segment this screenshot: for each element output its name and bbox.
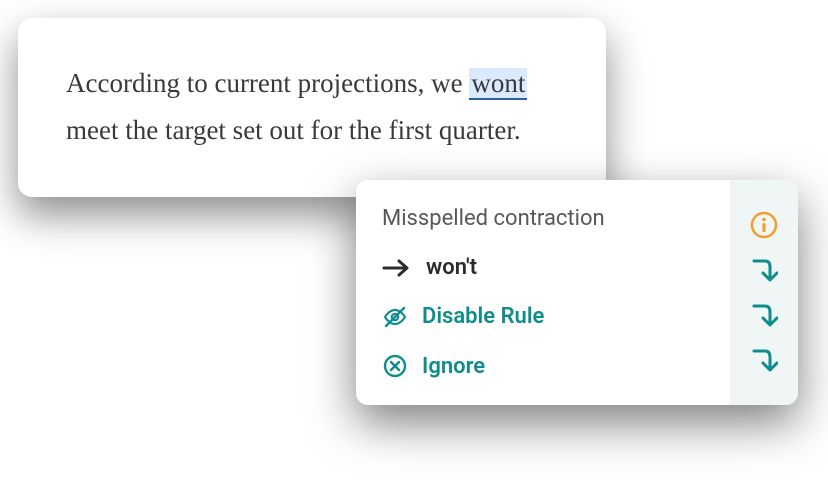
apply-down-button-3[interactable] bbox=[747, 343, 781, 377]
info-icon bbox=[749, 210, 779, 240]
eye-off-icon bbox=[382, 305, 408, 329]
apply-down-button-2[interactable] bbox=[747, 298, 781, 332]
correction-text: won't bbox=[426, 255, 477, 280]
suggestion-main: Misspelled contraction won't Disable Rul… bbox=[356, 180, 730, 405]
text-before: According to current projections, we bbox=[66, 68, 469, 98]
arrow-right-icon bbox=[382, 258, 412, 278]
highlighted-word[interactable]: wont bbox=[469, 68, 527, 100]
arrow-turn-down-icon bbox=[750, 300, 778, 330]
ignore-label: Ignore bbox=[422, 354, 485, 379]
ignore-action[interactable]: Ignore bbox=[382, 353, 720, 379]
suggestion-sidebar bbox=[730, 180, 798, 405]
apply-down-button-1[interactable] bbox=[747, 253, 781, 287]
arrow-turn-down-icon bbox=[750, 345, 778, 375]
close-circle-icon bbox=[382, 353, 408, 379]
editor-card: According to current projections, we won… bbox=[18, 18, 606, 197]
text-after: meet the target set out for the first qu… bbox=[66, 115, 521, 145]
editor-text[interactable]: According to current projections, we won… bbox=[66, 60, 558, 155]
disable-rule-action[interactable]: Disable Rule bbox=[382, 304, 720, 329]
arrow-turn-down-icon bbox=[750, 255, 778, 285]
correction-row[interactable]: won't bbox=[382, 255, 720, 280]
suggestion-title: Misspelled contraction bbox=[382, 206, 720, 231]
disable-rule-label: Disable Rule bbox=[422, 304, 544, 329]
info-button[interactable] bbox=[747, 208, 781, 242]
suggestion-popup: Misspelled contraction won't Disable Rul… bbox=[356, 180, 798, 405]
